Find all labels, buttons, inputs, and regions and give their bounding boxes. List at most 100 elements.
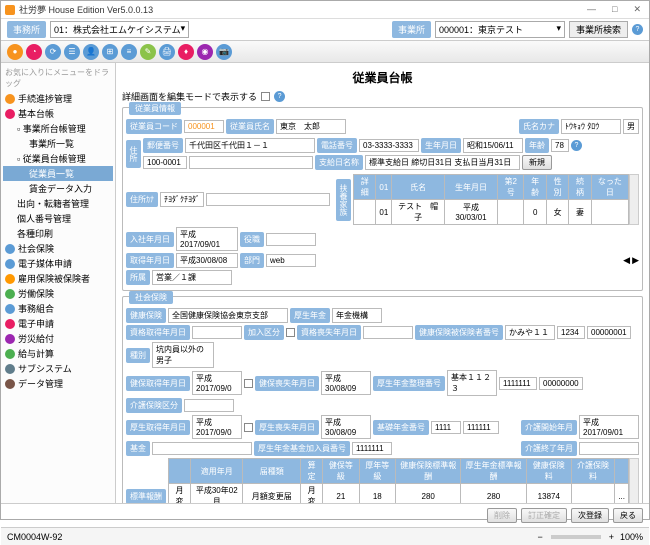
addr-label: 住所 [126, 140, 141, 168]
join-label: 入社年月日 [126, 232, 174, 247]
role-label: 役職 [240, 232, 264, 247]
aff-label: 所属 [126, 270, 150, 285]
sidebar-item[interactable]: 事務組合 [3, 301, 113, 316]
aff-val: 営業／１課 [152, 270, 232, 285]
sidebar-item[interactable]: 手続進捗管理 [3, 91, 113, 106]
scrollbar[interactable] [629, 458, 639, 503]
join-val: 平成2017/09/01 [176, 227, 238, 251]
insurance-table: 適用年月届種類算定健保等級厚年等級健康保険標準報酬厚生年金標準報酬健康保険料介護… [168, 458, 629, 503]
dept-val: web [266, 254, 316, 267]
prev-icon[interactable]: ◀ [623, 255, 630, 266]
emp-kana: ﾄｳｷｮｳ ﾀﾛｳ [561, 119, 621, 134]
toolbar: ●◔⟳☰👤⊞≡✎🖨♦◉📷 [1, 41, 649, 63]
toolbar-icon[interactable]: ≡ [121, 44, 137, 60]
next-icon[interactable]: ▶ [632, 255, 639, 266]
emp-name: 東京 太郎 [276, 119, 346, 134]
section-social-insurance: 社会保険 [129, 291, 173, 304]
toolbar-icon[interactable]: ● [7, 44, 23, 60]
biz-select[interactable]: 000001：東京テスト▾ [435, 21, 565, 38]
zoom-slider[interactable] [551, 535, 601, 539]
toolbar-icon[interactable]: 🖨 [159, 44, 175, 60]
sidebar-item[interactable]: 労働保険 [3, 286, 113, 301]
biz-label: 事業所 [392, 21, 431, 38]
sidebar-item[interactable]: 賃金データ入力 [3, 181, 113, 196]
status-id: CM0004W-92 [7, 532, 62, 542]
toolbar-icon[interactable]: ☰ [64, 44, 80, 60]
new-button[interactable]: 新規 [522, 155, 552, 170]
dept-label: 部門 [240, 253, 264, 268]
toolbar-icon[interactable]: ⟳ [45, 44, 61, 60]
sidebar-item[interactable]: 雇用保険被保険者 [3, 271, 113, 286]
window-title: 社労夢 House Edition Ver5.0.0.13 [19, 3, 153, 16]
toolbar-icon[interactable]: ◉ [197, 44, 213, 60]
biz-search-button[interactable]: 事業所検索 [569, 21, 628, 38]
delete-button[interactable]: 削除 [487, 508, 517, 523]
emp-kana-label: 氏名カナ [519, 119, 559, 134]
office-select[interactable]: 01：株式会社エムケイシステム▾ [50, 21, 189, 38]
emp-gender: 男 [623, 119, 639, 134]
minimize-button[interactable]: ― [583, 4, 600, 15]
app-icon [5, 5, 15, 15]
birth-val: 昭和15/06/11 [463, 138, 523, 153]
close-button[interactable]: ✕ [629, 4, 645, 15]
emp-code-label: 従業員コード [126, 119, 182, 134]
sidebar-item[interactable]: 事業所一覧 [3, 136, 113, 151]
emp-name-label: 従業員氏名 [226, 119, 274, 134]
zoom-in-icon[interactable]: + [609, 532, 614, 542]
tel-label: 電話番号 [317, 138, 357, 153]
toolbar-icon[interactable]: 📷 [216, 44, 232, 60]
help-icon[interactable]: ? [274, 91, 285, 102]
sidebar-item[interactable]: 個人番号管理 [3, 211, 113, 226]
sidebar-item[interactable]: ▫ 従業員台帳管理 [3, 151, 113, 166]
sidebar-item[interactable]: 出向・転籍者管理 [3, 196, 113, 211]
family-table: 詳細01氏名生年月日第2号年齢性別続柄なった日01テスト 帽子平成30/03/0… [353, 174, 629, 225]
edit-mode-checkbox[interactable] [261, 92, 270, 101]
toolbar-icon[interactable]: 👤 [83, 44, 99, 60]
help-icon[interactable]: ? [632, 24, 643, 35]
back-button[interactable]: 戻る [613, 508, 643, 523]
sidebar-item[interactable]: 基本台帳 [3, 106, 113, 121]
acq-label: 取得年月日 [126, 253, 174, 268]
section-employee-info: 従業員情報 [129, 102, 181, 115]
sidebar-item[interactable]: 労災給付 [3, 331, 113, 346]
sidebar-item[interactable]: 社会保険 [3, 241, 113, 256]
family-label: 扶養家族 [336, 179, 351, 221]
std-rem-label: 標準報酬 [126, 489, 166, 504]
checkbox[interactable] [286, 328, 295, 337]
age-label: 年齢 [525, 138, 549, 153]
sidebar-item[interactable]: 各種印刷 [3, 226, 113, 241]
help-icon[interactable]: ? [571, 140, 582, 151]
sidebar-item[interactable]: ▫ 事業所台帳管理 [3, 121, 113, 136]
emp-code: 000001 [184, 120, 224, 133]
addr-val: 千代田区千代田１－１ [185, 138, 315, 153]
sidebar-item[interactable]: 給与計算 [3, 346, 113, 361]
toolbar-icon[interactable]: ✎ [140, 44, 156, 60]
addr-kana-label: 住所ｶﾅ [126, 192, 158, 207]
zoom-out-icon[interactable]: − [537, 532, 542, 542]
sidebar-item[interactable]: データ管理 [3, 376, 113, 391]
age-val: 78 [551, 139, 569, 152]
chiban-val: ﾁﾖﾀﾞｸﾁﾖﾀﾞ [160, 192, 204, 207]
office-label: 事務所 [7, 21, 46, 38]
sidebar: お気に入りにメニューをドラッグ 手続進捗管理基本台帳▫ 事業所台帳管理事業所一覧… [1, 63, 116, 503]
zoom-value: 100% [620, 532, 643, 542]
ks-label: 健康保険 [126, 308, 166, 323]
sidebar-item[interactable]: サブシステム [3, 361, 113, 376]
toolbar-icon[interactable]: ⊞ [102, 44, 118, 60]
ky-label: 厚生年金 [290, 308, 330, 323]
toolbar-icon[interactable]: ♦ [178, 44, 194, 60]
sidebar-item[interactable]: 電子媒体申請 [3, 256, 113, 271]
addr2-val [189, 156, 313, 169]
birth-label: 生年月日 [421, 138, 461, 153]
tel-val: 03-3333-3333 [359, 139, 419, 152]
toolbar-icon[interactable]: ◔ [26, 44, 42, 60]
next-register-button[interactable]: 次登録 [571, 508, 609, 523]
confirm-button[interactable]: 訂正確定 [521, 508, 567, 523]
page-title: 従業員台帳 [122, 69, 643, 86]
scrollbar[interactable] [629, 174, 639, 225]
payday-val: 標準支給日 締切日31日 支払日当月31日 [365, 155, 520, 170]
sidebar-item[interactable]: 電子申請 [3, 316, 113, 331]
maximize-button[interactable]: □ [608, 4, 621, 15]
zip-val: 100-0001 [143, 156, 187, 169]
sidebar-item[interactable]: 従業員一覧 [3, 166, 113, 181]
